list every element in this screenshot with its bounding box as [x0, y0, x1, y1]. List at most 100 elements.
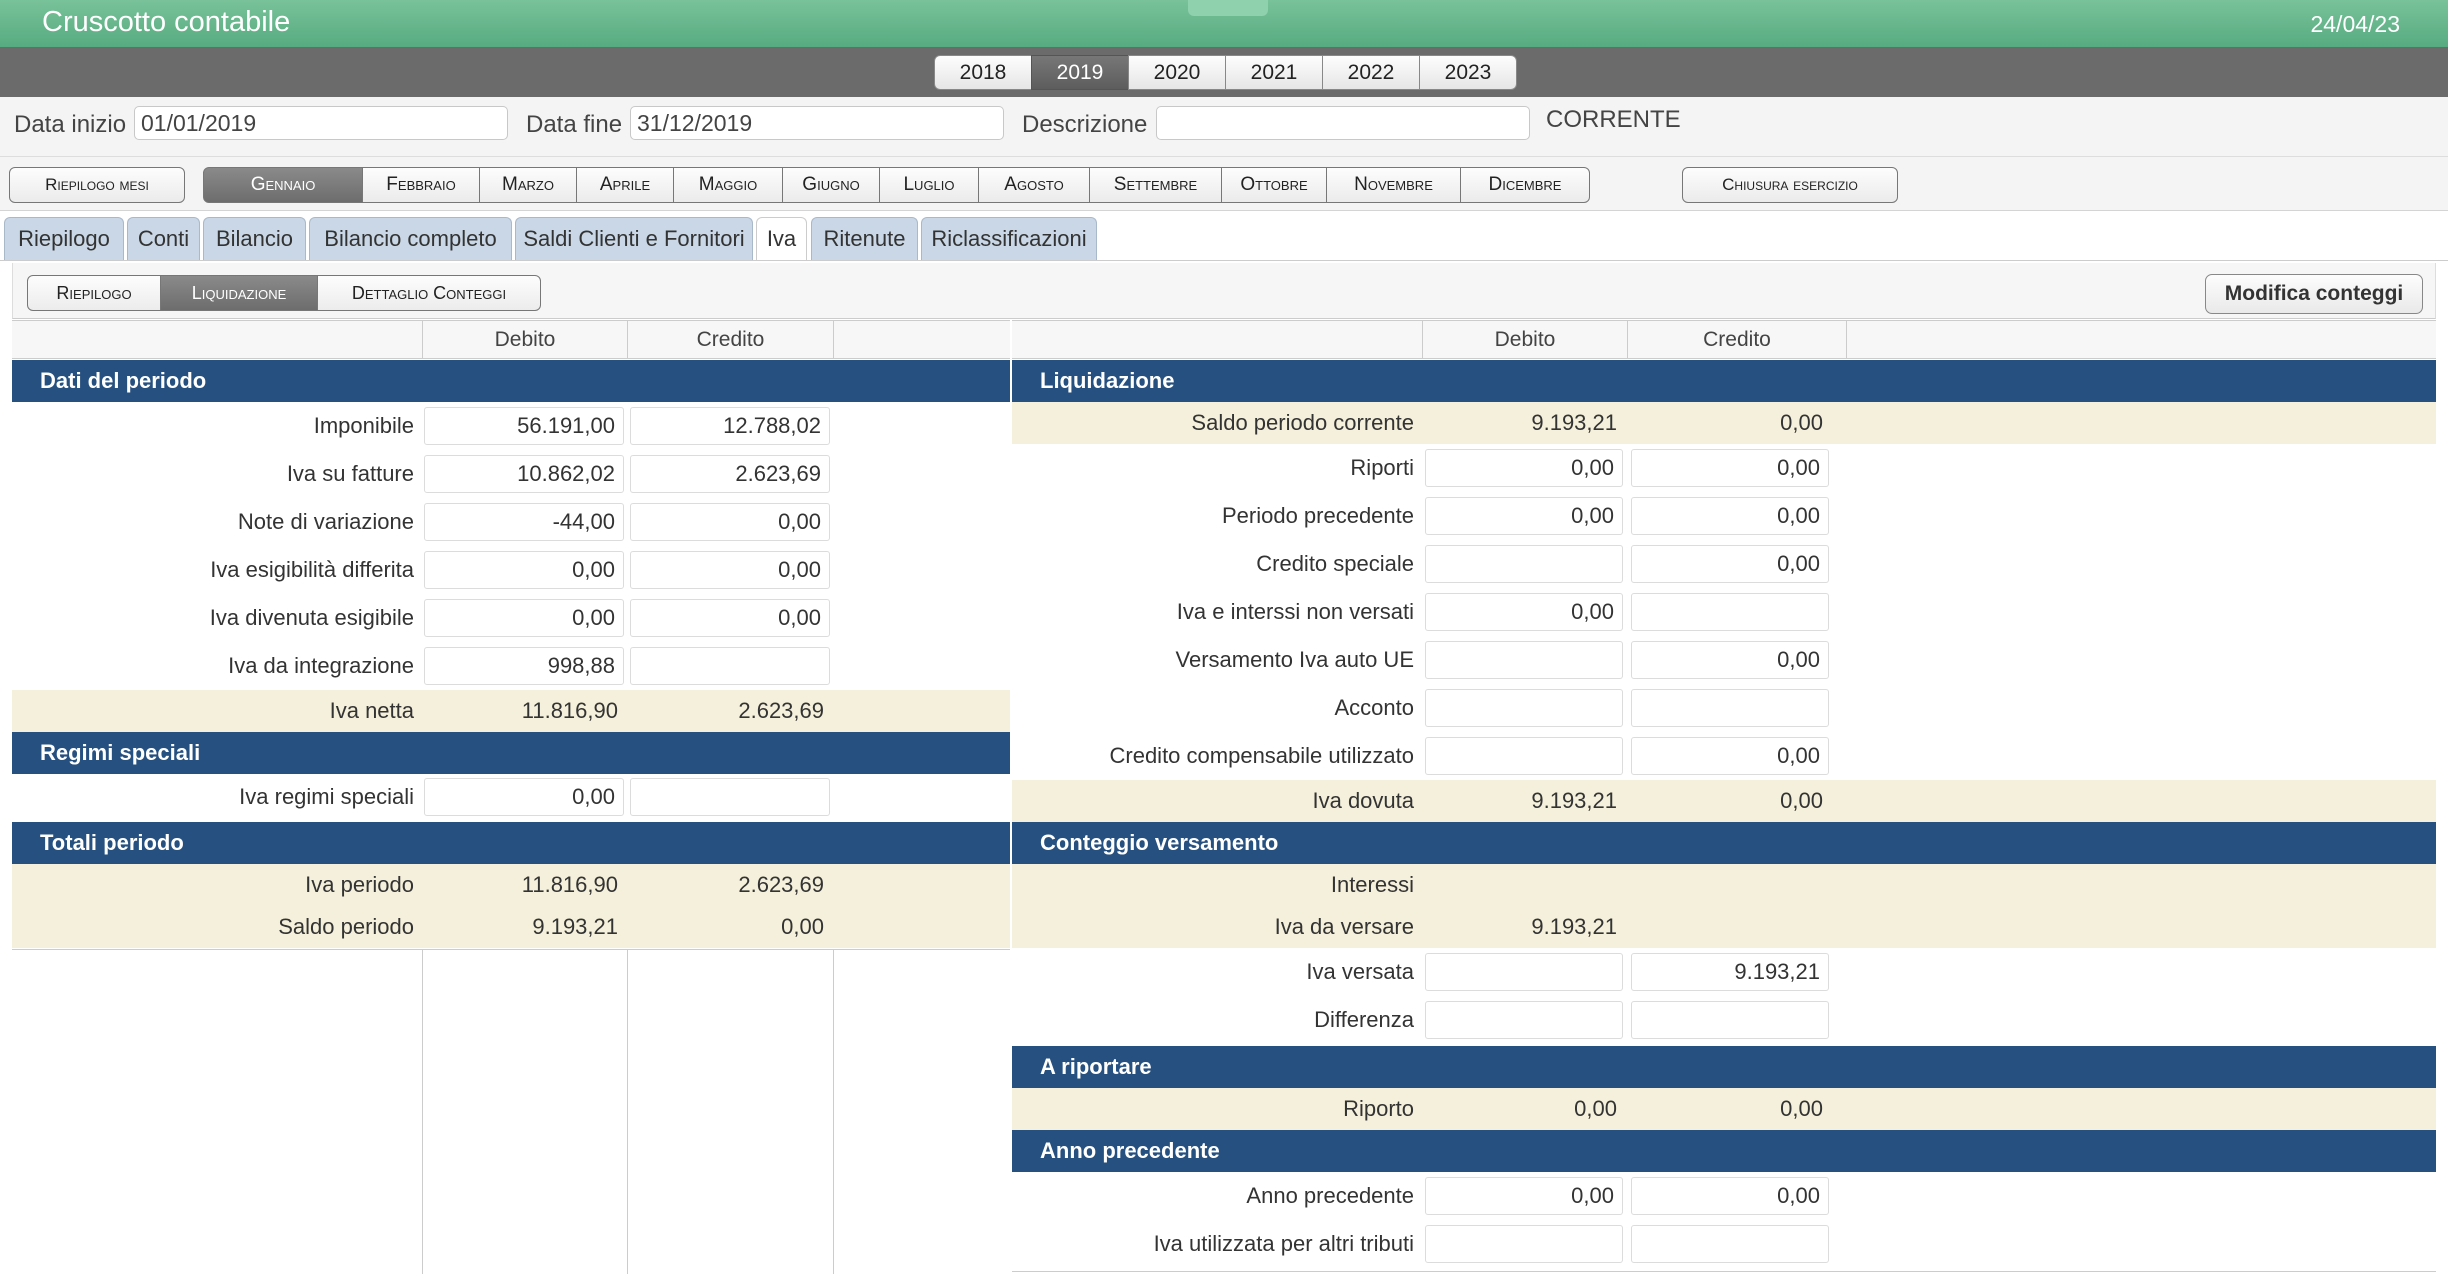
credit-field[interactable]: 9.193,21 [1631, 953, 1829, 991]
credit-field[interactable]: 0,00 [630, 503, 830, 541]
description-label: Descrizione [1022, 111, 1148, 138]
row-iva-dovuta: Iva dovuta 9.193,21 0,00 [1012, 780, 2436, 822]
row-riporti: Riporti 0,00 0,00 [1012, 444, 2436, 492]
tab-iva[interactable]: Iva [756, 217, 807, 261]
debit-field[interactable] [1425, 545, 1623, 583]
credit-field[interactable] [1631, 1225, 1829, 1263]
credit-field[interactable] [630, 647, 830, 685]
year-2022[interactable]: 2022 [1322, 55, 1420, 90]
credit-field[interactable]: 0,00 [1631, 1177, 1829, 1215]
credit-field[interactable]: 0,00 [1631, 545, 1829, 583]
credit-field[interactable] [1631, 593, 1829, 631]
credit-field[interactable]: 0,00 [630, 551, 830, 589]
year-selector: 2018 2019 2020 2021 2022 2023 [934, 55, 1517, 90]
debit-field[interactable]: 0,00 [1425, 497, 1623, 535]
section-totali-periodo: Totali periodo [12, 822, 1010, 864]
app-title: Cruscotto contabile [42, 6, 291, 38]
debit-field[interactable]: 998,88 [424, 647, 624, 685]
tab-ritenute[interactable]: Ritenute [811, 217, 918, 261]
right-debit-header: Debito [1422, 321, 1628, 359]
month-agosto[interactable]: Agosto [978, 167, 1090, 203]
right-grid-bottom [1012, 1271, 2436, 1272]
debit-field[interactable] [1425, 689, 1623, 727]
credit-field[interactable]: 0,00 [1631, 497, 1829, 535]
month-summary-button[interactable]: Riepilogo mesi [9, 167, 185, 203]
tab-riclassificazioni[interactable]: Riclassificazioni [921, 217, 1097, 261]
year-2020[interactable]: 2020 [1128, 55, 1226, 90]
credit-field[interactable]: 0,00 [1631, 449, 1829, 487]
debit-field[interactable]: 0,00 [1425, 449, 1623, 487]
row-label: Iva da versare [1274, 914, 1414, 939]
description-input[interactable] [1156, 106, 1530, 140]
debit-field[interactable]: 10.862,02 [424, 455, 624, 493]
tab-saldi-clienti-e-fornitori[interactable]: Saldi Clienti e Fornitori [515, 217, 753, 261]
row-acconto: Acconto [1012, 684, 2436, 732]
tab-conti[interactable]: Conti [127, 217, 200, 261]
tab-riepilogo[interactable]: Riepilogo [4, 217, 124, 261]
credit-field[interactable]: 0,00 [630, 599, 830, 637]
row-iva-divenuta-esigibile: Iva divenuta esigibile 0,00 0,00 [12, 594, 1010, 642]
year-2018[interactable]: 2018 [934, 55, 1032, 90]
row-label: Iva periodo [305, 872, 414, 897]
year-2023[interactable]: 2023 [1419, 55, 1517, 90]
window-drag-handle[interactable] [1188, 0, 1268, 16]
credit-field[interactable] [1631, 689, 1829, 727]
row-iva-utilizzata-per-altri-tributi: Iva utilizzata per altri tributi [1012, 1220, 2436, 1268]
close-fiscal-year-button[interactable]: Chiusura esercizio [1682, 167, 1898, 203]
debit-field[interactable]: 0,00 [1425, 593, 1623, 631]
month-aprile[interactable]: Aprile [576, 167, 674, 203]
tab-bilancio-completo[interactable]: Bilancio completo [309, 217, 512, 261]
row-iva-da-versare: Iva da versare 9.193,21 [1012, 906, 2436, 948]
credit-field[interactable] [1631, 1001, 1829, 1039]
left-credit-header: Credito [627, 321, 834, 359]
month-giugno[interactable]: Giugno [782, 167, 880, 203]
app-date: 24/04/23 [2310, 11, 2400, 37]
month-ottobre[interactable]: Ottobre [1221, 167, 1327, 203]
credit-value: 2.623,69 [738, 698, 824, 723]
year-2019[interactable]: 2019 [1031, 55, 1129, 90]
debit-field[interactable] [1425, 737, 1623, 775]
credit-field[interactable]: 12.788,02 [630, 407, 830, 445]
credit-value [1631, 864, 1823, 906]
month-settembre[interactable]: Settembre [1089, 167, 1222, 203]
debit-field[interactable]: 0,00 [424, 599, 624, 637]
month-marzo[interactable]: Marzo [479, 167, 577, 203]
debit-field[interactable]: 56.191,00 [424, 407, 624, 445]
credit-field[interactable]: 2.623,69 [630, 455, 830, 493]
debit-field[interactable]: -44,00 [424, 503, 624, 541]
debit-field[interactable]: 0,00 [424, 551, 624, 589]
year-2021[interactable]: 2021 [1225, 55, 1323, 90]
month-luglio[interactable]: Luglio [879, 167, 979, 203]
debit-field[interactable] [1425, 953, 1623, 991]
month-dicembre[interactable]: Dicembre [1460, 167, 1590, 203]
month-gennaio[interactable]: Gennaio [203, 167, 363, 203]
subtab-liquidazione[interactable]: Liquidazione [160, 275, 318, 311]
row-credito-compensabile-utilizzato: Credito compensabile utilizzato 0,00 [1012, 732, 2436, 780]
month-maggio[interactable]: Maggio [673, 167, 783, 203]
end-date-input[interactable]: 31/12/2019 [630, 106, 1004, 140]
row-iva-regimi-speciali: Iva regimi speciali 0,00 [12, 774, 1010, 820]
debit-field[interactable] [1425, 1001, 1623, 1039]
row-iva-da-integrazione: Iva da integrazione 998,88 [12, 642, 1010, 690]
left-grid-line-3 [833, 949, 834, 1274]
start-date-input[interactable]: 01/01/2019 [134, 106, 508, 140]
right-credit-header: Credito [1627, 321, 1847, 359]
debit-field[interactable] [1425, 1225, 1623, 1263]
tab-bilancio[interactable]: Bilancio [203, 217, 306, 261]
credit-field[interactable] [630, 778, 830, 816]
row-label: Iva divenuta esigibile [209, 605, 414, 630]
subtab-dettaglio-conteggi[interactable]: Dettaglio Conteggi [317, 275, 541, 311]
subtab-riepilogo[interactable]: Riepilogo [27, 275, 161, 311]
section-anno-precedente: Anno precedente [1012, 1130, 2436, 1172]
credit-field[interactable]: 0,00 [1631, 737, 1829, 775]
debit-field[interactable]: 0,00 [1425, 1177, 1623, 1215]
month-febbraio[interactable]: Febbraio [362, 167, 480, 203]
debit-field[interactable] [1425, 641, 1623, 679]
credit-value: 0,00 [1780, 1096, 1823, 1121]
modify-counts-button[interactable]: Modifica conteggi [2205, 274, 2423, 314]
credit-field[interactable]: 0,00 [1631, 641, 1829, 679]
debit-value: 11.816,90 [521, 872, 618, 897]
debit-field[interactable]: 0,00 [424, 778, 624, 816]
row-label: Anno precedente [1246, 1183, 1414, 1208]
month-novembre[interactable]: Novembre [1326, 167, 1461, 203]
